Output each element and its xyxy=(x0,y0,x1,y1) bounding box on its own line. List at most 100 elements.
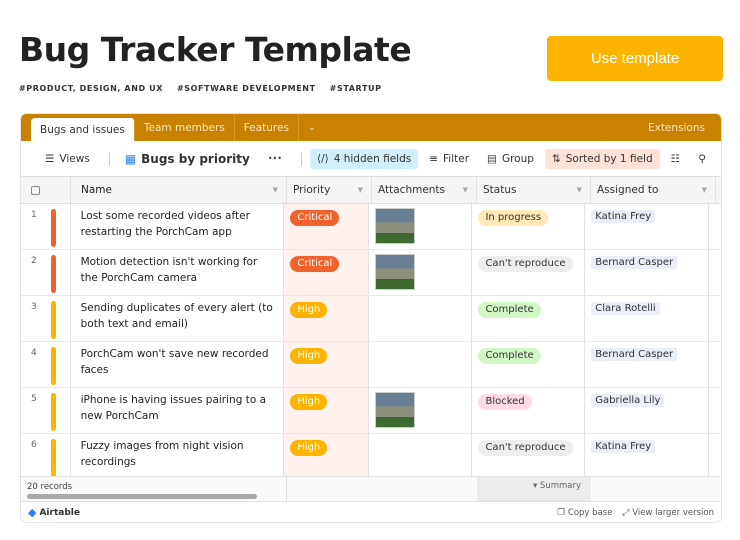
column-label: Name xyxy=(81,184,112,196)
assignee-chip: Katina Frey xyxy=(591,440,656,453)
status-badge: Complete xyxy=(478,348,541,364)
table-row[interactable]: 4 PorchCam won't save new recorded faces… xyxy=(21,340,721,388)
priority-cell[interactable]: High xyxy=(284,296,369,341)
column-label: Priority xyxy=(293,184,331,196)
name-cell[interactable]: PorchCam won't save new recorded faces xyxy=(71,340,285,387)
select-all-checkbox[interactable] xyxy=(21,177,71,203)
status-badge: In progress xyxy=(478,210,549,226)
tag[interactable]: #PRODUCT, DESIGN, AND UX xyxy=(19,84,163,93)
priority-color-bar xyxy=(50,347,56,385)
attachments-cell[interactable] xyxy=(369,388,473,433)
name-cell[interactable]: Fuzzy images from night vision recording… xyxy=(71,432,285,479)
tab-team-members[interactable]: Team members xyxy=(135,114,235,141)
attachment-thumbnail[interactable] xyxy=(374,208,415,244)
assigned-to-cell[interactable]: Gabriella Lily xyxy=(585,388,710,433)
priority-cell[interactable]: Critical xyxy=(284,204,369,249)
name-cell[interactable]: Motion detection isn't working for the P… xyxy=(71,248,285,295)
attachment-thumbnail[interactable] xyxy=(374,392,415,428)
attachments-cell[interactable] xyxy=(369,296,473,341)
table-row[interactable]: 3 Sending duplicates of every alert (to … xyxy=(21,294,721,342)
table-row[interactable]: 6 Fuzzy images from night vision recordi… xyxy=(21,432,721,480)
assignee-chip: Bernard Casper xyxy=(591,348,678,361)
row-number-cell: 6 xyxy=(21,434,71,479)
extensions-button[interactable]: Extensions xyxy=(648,122,705,134)
attachments-cell[interactable] xyxy=(369,342,473,387)
row-height-icon[interactable]: ☷ xyxy=(664,149,687,169)
status-cell[interactable]: Can't reproduce xyxy=(472,434,586,479)
views-button[interactable]: ☰ Views xyxy=(38,149,97,169)
priority-cell[interactable]: High xyxy=(284,388,369,433)
chevron-down-icon[interactable]: ⌄ xyxy=(299,114,325,141)
table-row[interactable]: 1 Lost some recorded videos after restar… xyxy=(21,202,721,250)
priority-cell[interactable]: High xyxy=(284,434,369,479)
group-button[interactable]: ▤ Group xyxy=(480,149,541,169)
table-row[interactable]: 2 Motion detection isn't working for the… xyxy=(21,248,721,296)
row-number: 1 xyxy=(31,210,37,220)
name-cell[interactable]: iPhone is having issues pairing to a new… xyxy=(71,386,285,433)
column-status[interactable]: Status ▼ xyxy=(477,177,591,203)
assigned-to-cell[interactable]: Bernard Casper xyxy=(585,342,710,387)
menu-icon: ☰ xyxy=(45,152,55,165)
column-label: Status xyxy=(483,184,517,196)
filter-button[interactable]: ≡ Filter xyxy=(422,149,476,169)
assigned-to-cell[interactable]: Katina Frey xyxy=(585,204,710,249)
priority-badge: High xyxy=(290,302,328,318)
priority-color-bar xyxy=(50,209,56,247)
airtable-logo[interactable]: Airtable xyxy=(39,508,80,518)
copy-base-link[interactable]: Copy base xyxy=(568,508,613,518)
column-assigned-to[interactable]: Assigned to ▼ xyxy=(591,177,716,203)
hidden-fields-label: 4 hidden fields xyxy=(333,152,412,165)
view-toolbar: ☰ Views ▦ Bugs by priority ••• ⟨/⟩ 4 hidden… xyxy=(21,141,721,177)
name-cell[interactable]: Lost some recorded videos after restarti… xyxy=(71,202,285,249)
attachments-cell[interactable] xyxy=(369,434,473,479)
status-cell[interactable]: Complete xyxy=(472,342,586,387)
airtable-embed: Bugs and issues Team members Features ⌄ … xyxy=(20,113,722,523)
priority-color-bar xyxy=(50,301,56,339)
sort-label: Sorted by 1 field xyxy=(565,152,653,165)
assigned-to-cell[interactable]: Bernard Casper xyxy=(585,250,710,295)
summary-button[interactable]: ▾ Summary xyxy=(477,477,591,501)
priority-badge: High xyxy=(290,394,328,410)
column-priority[interactable]: Priority ▼ xyxy=(287,177,372,203)
priority-cell[interactable]: Critical xyxy=(284,250,369,295)
assignee-chip: Bernard Casper xyxy=(591,256,678,269)
views-label: Views xyxy=(59,152,90,165)
use-template-button[interactable]: Use template xyxy=(547,36,723,81)
search-icon[interactable]: ⚲ xyxy=(691,149,713,169)
priority-cell[interactable]: High xyxy=(284,342,369,387)
attachment-thumbnail[interactable] xyxy=(374,254,415,290)
status-cell[interactable]: In progress xyxy=(472,204,586,249)
name-cell[interactable]: Sending duplicates of every alert (to bo… xyxy=(71,294,285,341)
filter-label: Filter xyxy=(443,152,470,165)
tab-bugs-and-issues[interactable]: Bugs and issues xyxy=(31,118,135,141)
airtable-logo-icon[interactable]: ◆ xyxy=(28,506,36,519)
table-row[interactable]: 5 iPhone is having issues pairing to a n… xyxy=(21,386,721,434)
more-options-button[interactable]: ••• xyxy=(261,150,289,167)
status-cell[interactable]: Complete xyxy=(472,296,586,341)
priority-badge: Critical xyxy=(290,210,340,226)
hidden-fields-button[interactable]: ⟨/⟩ 4 hidden fields xyxy=(309,148,419,169)
tab-features[interactable]: Features xyxy=(235,114,299,141)
overflow-cell xyxy=(709,434,721,479)
attachments-cell[interactable] xyxy=(369,204,473,249)
horizontal-scrollbar[interactable] xyxy=(27,494,257,499)
attachments-cell[interactable] xyxy=(369,250,473,295)
view-name-button[interactable]: ▦ Bugs by priority xyxy=(118,148,257,170)
assignee-chip: Clara Rotelli xyxy=(591,302,660,315)
column-attachments[interactable]: Attachments ▼ xyxy=(372,177,477,203)
column-label: Assigned to xyxy=(597,184,659,196)
row-number: 3 xyxy=(31,302,37,312)
tag[interactable]: #SOFTWARE DEVELOPMENT xyxy=(177,84,316,93)
priority-color-bar xyxy=(50,393,56,431)
assigned-to-cell[interactable]: Katina Frey xyxy=(585,434,710,479)
row-number: 5 xyxy=(31,394,37,404)
status-cell[interactable]: Blocked xyxy=(472,388,586,433)
tag[interactable]: #STARTUP xyxy=(330,84,382,93)
view-larger-link[interactable]: View larger version xyxy=(632,508,714,518)
assigned-to-cell[interactable]: Clara Rotelli xyxy=(585,296,710,341)
row-number-cell: 3 xyxy=(21,296,71,341)
sort-button[interactable]: ⇅ Sorted by 1 field xyxy=(544,148,660,169)
grid-body: 1 Lost some recorded videos after restar… xyxy=(21,202,721,480)
status-cell[interactable]: Can't reproduce xyxy=(472,250,586,295)
column-name[interactable]: Name ▼ xyxy=(71,177,287,203)
